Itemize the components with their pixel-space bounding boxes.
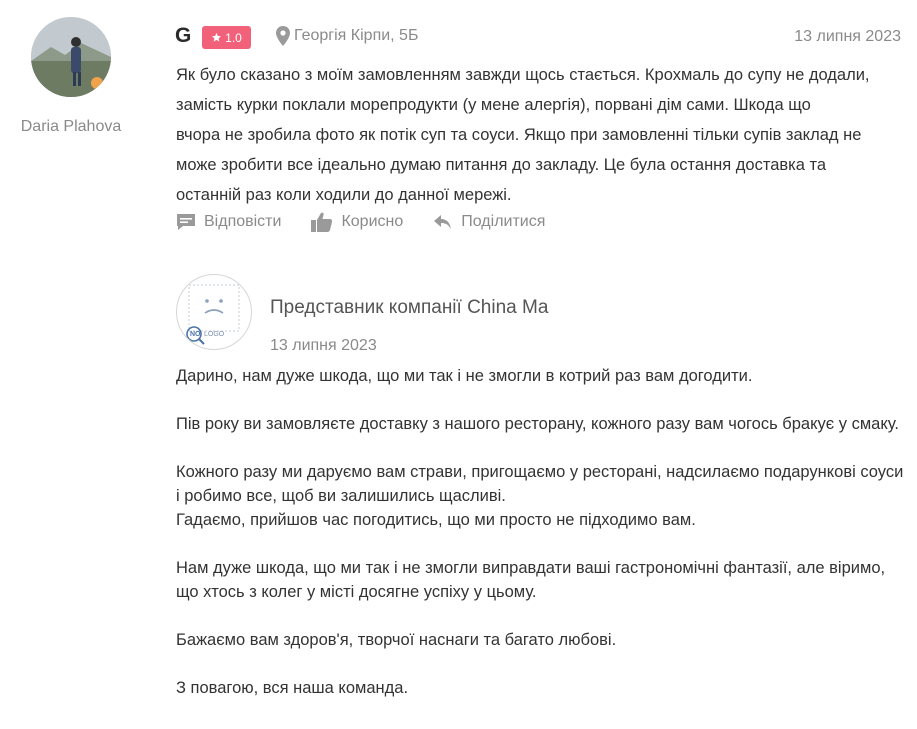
reply-paragraph: Пів року ви замовляєте доставку з нашого… (176, 415, 899, 433)
review-text-line: Як було сказано з моїм замовленням завжд… (176, 66, 870, 84)
company-name[interactable]: Представник компанії China Ma (270, 297, 548, 319)
google-source-icon: G (175, 24, 192, 47)
speech-bubble-icon (177, 214, 195, 230)
company-logo: NO LOGO (176, 274, 252, 350)
star-icon (212, 32, 222, 42)
review-date: 13 липня 2023 (794, 28, 901, 45)
reply-button[interactable]: Відповісти (176, 213, 281, 231)
reply-text: Дарино, нам дуже шкода, що ми так і не з… (176, 364, 906, 700)
location-text: Георгія Кірпи, 5Б (294, 27, 419, 44)
reviewer-avatar[interactable] (31, 17, 111, 97)
review-actions: Відповісти Корисно Поділитися (176, 212, 575, 232)
reply-paragraph: З повагою, вся наша команда. (176, 679, 409, 697)
rating-value: 1.0 (225, 30, 242, 45)
location[interactable]: Георгія Кірпи, 5Б (276, 26, 418, 46)
review-text-line: замість курки поклали морепродукти (у ме… (176, 96, 811, 114)
map-pin-icon (276, 26, 290, 46)
reply-button-label: Відповісти (204, 213, 282, 230)
svg-text:NO: NO (190, 331, 201, 338)
rating-badge: 1.0 (202, 26, 251, 49)
no-logo-icon: NO LOGO (186, 284, 240, 345)
useful-button[interactable]: Корисно (311, 212, 403, 232)
reviewer-name[interactable]: Daria Plahova (0, 118, 142, 136)
reply-paragraph: Бажаємо вам здоров'я, творчої наснаги та… (176, 631, 617, 649)
reply-paragraph: Гадаємо, прийшов час погодитись, що ми п… (176, 511, 696, 529)
reviewer-photo (31, 17, 111, 97)
review-text-line: може зробити все ідеально думаю питання … (176, 156, 827, 174)
review-text-line: останній раз коли ходили до данної мереж… (176, 186, 512, 204)
reply-paragraph: Нам дуже шкода, що ми так і не змогли ви… (176, 559, 886, 601)
review-card: Daria Plahova G 1.0 Георгія Кірпи, 5Б 13… (0, 0, 917, 729)
share-button[interactable]: Поділитися (433, 213, 545, 231)
review-text-line: вчора не зробила фото як потік суп та со… (176, 126, 862, 144)
share-arrow-icon (434, 215, 452, 229)
reply-date: 13 липня 2023 (270, 337, 377, 354)
thumbs-up-icon (311, 212, 333, 232)
reply-paragraph: Дарино, нам дуже шкода, що ми так і не з… (176, 367, 753, 385)
review-text: Як було сказано з моїм замовленням завжд… (176, 60, 906, 210)
useful-button-label: Корисно (341, 213, 404, 230)
share-button-label: Поділитися (461, 213, 546, 230)
reply-paragraph: Кожного разу ми даруємо вам страви, приг… (176, 463, 904, 505)
svg-text:LOGO: LOGO (204, 331, 225, 338)
